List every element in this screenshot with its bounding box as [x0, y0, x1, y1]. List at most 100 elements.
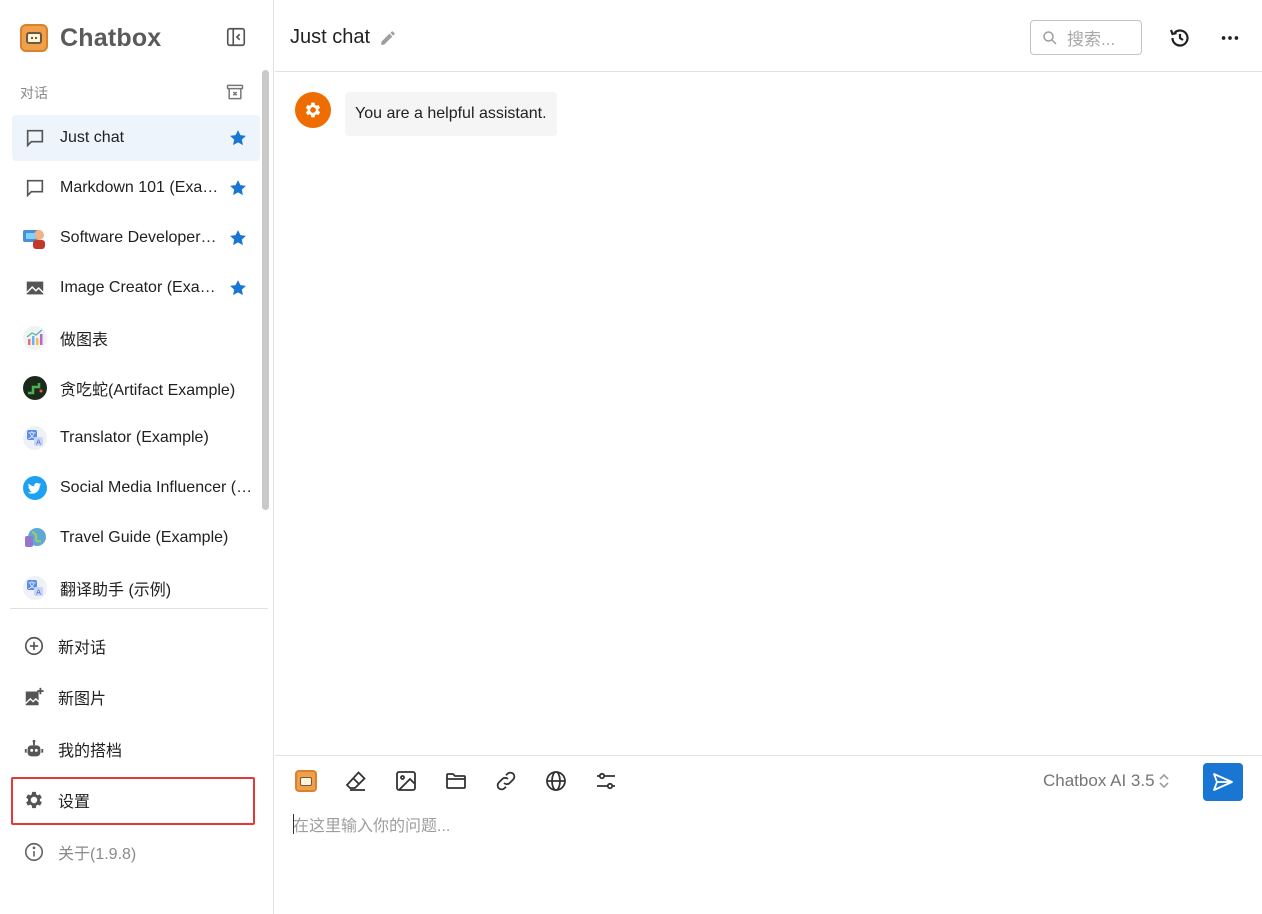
sidebar-menu: 新对话 新图片 我的搭档 设置 关于(1.9.8) [12, 620, 260, 878]
about-label: 关于(1.9.8) [58, 845, 137, 863]
session-label: Image Creator (Example) [60, 279, 220, 296]
developer-avatar-icon [22, 225, 48, 251]
system-avatar [295, 92, 331, 128]
send-button[interactable] [1203, 763, 1243, 801]
chat-title: Just chat [290, 26, 371, 48]
message-input[interactable] [293, 812, 1233, 902]
more-options-button[interactable] [1216, 24, 1244, 52]
session-label: Social Media Influencer (Example) [60, 479, 256, 496]
more-horizontal-icon [1221, 36, 1239, 40]
clear-conversations-button[interactable] [224, 81, 246, 103]
translate-icon: 文A [22, 575, 48, 601]
sidebar-collapse-icon [226, 27, 246, 47]
robot-icon [22, 737, 46, 761]
session-label: Markdown 101 (Example) [60, 179, 220, 196]
attach-image-button[interactable] [393, 768, 419, 794]
twitter-bird-icon [22, 475, 48, 501]
settings-label: 设置 [58, 794, 91, 812]
image-icon [396, 771, 416, 791]
svg-text:A: A [36, 439, 41, 447]
translate-icon: 文A [22, 425, 48, 451]
add-circle-icon [22, 634, 46, 658]
star-icon[interactable] [228, 178, 248, 198]
eraser-icon [345, 771, 366, 791]
collapse-sidebar-button[interactable] [224, 25, 248, 49]
chatbox-logo-icon [20, 24, 48, 52]
svg-text:A: A [36, 589, 41, 597]
chat-header: Just chat 搜索... [275, 0, 1262, 72]
session-list: Just chat Markdown 101 (Example) Softwar… [12, 115, 260, 607]
model-name: Chatbox AI 3.5 [1043, 771, 1155, 790]
session-item-just-chat[interactable]: Just chat [12, 115, 260, 161]
star-icon[interactable] [228, 278, 248, 298]
chat-bubble-icon [22, 175, 48, 201]
sliders-icon [597, 772, 615, 790]
pencil-icon [381, 30, 395, 45]
info-icon [22, 840, 46, 864]
edit-title-button[interactable] [378, 28, 398, 48]
model-selector[interactable]: Chatbox AI 3.5 [1043, 771, 1171, 791]
composer: Chatbox AI 3.5 [275, 755, 1262, 914]
sidebar: Chatbox 对话 Just chat Markdown 101 (Examp… [0, 0, 274, 914]
history-button[interactable] [1166, 24, 1194, 52]
folder-icon [446, 773, 466, 789]
session-item-travel-guide[interactable]: Travel Guide (Example) [12, 515, 260, 561]
my-copilots-button[interactable]: 我的搭档 [12, 723, 260, 775]
session-label: Just chat [60, 129, 125, 146]
search-icon [1043, 30, 1057, 45]
session-item-image-creator[interactable]: Image Creator (Example) [12, 265, 260, 311]
attach-file-button[interactable] [443, 768, 469, 794]
session-item-make-chart[interactable]: 做图表 [12, 315, 260, 361]
session-item-markdown[interactable]: Markdown 101 (Example) [12, 165, 260, 211]
gear-icon [305, 102, 321, 118]
session-label: Translator (Example) [60, 429, 209, 446]
copilot-picker-button[interactable] [293, 768, 319, 794]
brand: Chatbox [20, 22, 161, 54]
session-label: 翻译助手 (示例) [60, 582, 172, 599]
session-item-translator[interactable]: 文A Translator (Example) [12, 415, 260, 461]
history-icon [1169, 29, 1189, 47]
composer-toolbar [293, 766, 643, 796]
session-item-snake-game[interactable]: 贪吃蛇(Artifact Example) [12, 365, 260, 411]
session-label: Software Developer (Example) [60, 229, 220, 246]
chat-bubble-icon [22, 125, 48, 151]
about-button[interactable]: 关于(1.9.8) [12, 826, 260, 878]
clear-context-button[interactable] [343, 768, 369, 794]
my-copilots-label: 我的搭档 [58, 742, 123, 760]
star-icon[interactable] [228, 128, 248, 148]
session-label: 做图表 [60, 332, 109, 349]
snake-game-avatar-icon [22, 375, 48, 401]
message-bubble: You are a helpful assistant. [345, 92, 557, 136]
unfold-icon [1158, 773, 1169, 789]
session-item-social-media[interactable]: Social Media Influencer (Example) [12, 465, 260, 511]
web-browsing-button[interactable] [543, 768, 569, 794]
session-label: Travel Guide (Example) [60, 529, 229, 546]
search-input[interactable]: 搜索... [1030, 20, 1142, 55]
new-chat-button[interactable]: 新对话 [12, 620, 260, 672]
session-item-translator-cn[interactable]: 文A 翻译助手 (示例) [12, 565, 260, 607]
app-name: Chatbox [60, 23, 162, 52]
new-image-label: 新图片 [58, 691, 107, 709]
new-chat-label: 新对话 [58, 639, 107, 657]
add-photo-icon [22, 685, 46, 709]
chatbox-logo-icon [295, 770, 317, 792]
new-image-button[interactable]: 新图片 [12, 672, 260, 724]
text-caret [293, 814, 294, 834]
attach-link-button[interactable] [493, 768, 519, 794]
globe-icon [546, 771, 566, 791]
link-icon [496, 771, 516, 791]
archive-icon [226, 84, 244, 100]
system-message: You are a helpful assistant. [295, 92, 557, 136]
chat-main: Just chat 搜索... You are a helpful assist… [275, 0, 1262, 914]
gear-icon [22, 788, 46, 812]
chat-settings-button[interactable] [593, 768, 619, 794]
session-list-scrollbar[interactable] [262, 70, 269, 510]
section-label-chats: 对话 [20, 85, 48, 101]
star-icon[interactable] [228, 228, 248, 248]
settings-button[interactable]: 设置 [12, 775, 260, 827]
chart-avatar-icon [22, 325, 48, 351]
session-label: 贪吃蛇(Artifact Example) [60, 382, 236, 399]
session-item-software-developer[interactable]: Software Developer (Example) [12, 215, 260, 261]
image-icon [22, 275, 48, 301]
sidebar-divider [10, 608, 268, 609]
